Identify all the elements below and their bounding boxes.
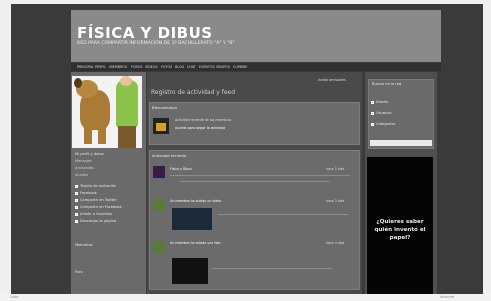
right-item-categories[interactable]: Categorías xyxy=(376,122,395,126)
search-heading: Buscar en la red xyxy=(372,82,402,86)
video-thumbnail[interactable] xyxy=(172,208,212,230)
activity-item-title[interactable]: Un miembro ha subido un vídeo xyxy=(170,199,221,203)
activity-avatar[interactable] xyxy=(153,166,165,178)
activity-divider xyxy=(212,268,332,269)
activity-divider xyxy=(170,175,350,176)
activity-heading: Actividad reciente xyxy=(152,153,187,158)
sidebar-item-settings[interactable]: Ajustes xyxy=(75,173,88,177)
status-text: Listo xyxy=(10,295,19,299)
sidebar-link-share[interactable]: Compartir en Facebook xyxy=(80,205,122,209)
activity-divider xyxy=(218,214,348,215)
users-icon xyxy=(371,112,374,115)
activity-item-title[interactable]: Un miembro ha subido una foto xyxy=(170,241,221,245)
status-bar xyxy=(0,294,491,301)
activity-item-time: hace 4 días xyxy=(326,241,345,245)
sidebar-link-invite[interactable]: Tarjeta de invitación xyxy=(80,184,116,188)
sidebar-link-download[interactable]: Descargar la página xyxy=(80,219,116,223)
sidebar-section-forum: Foro xyxy=(75,270,83,274)
welcome-link[interactable]: Accede para seguir la actividad xyxy=(175,126,225,130)
briefcase-icon xyxy=(156,123,166,131)
right-item-design[interactable]: Diseño xyxy=(376,100,388,104)
welcome-text: Actividad reciente de los miembros xyxy=(175,118,232,122)
sidebar-section-members: Miembros xyxy=(75,243,93,247)
nav-item-grupos[interactable]: GRUPOS xyxy=(216,65,230,69)
nav-item-perfil[interactable]: PERFIL xyxy=(95,65,106,69)
scooby-leg xyxy=(84,126,92,144)
nav-item-blog[interactable]: BLOG xyxy=(175,65,184,69)
share-icon xyxy=(75,206,78,209)
nav-item-cumbre[interactable]: CUMBRE xyxy=(233,65,247,69)
right-item-users[interactable]: Usuarios xyxy=(376,111,392,115)
shaggy-head xyxy=(120,76,132,86)
sidebar-item-messages[interactable]: Mensajes xyxy=(75,159,92,163)
scooby-leg xyxy=(98,126,106,144)
nav-item-miembros[interactable]: MIEMBROS xyxy=(109,65,127,69)
activity-item-title[interactable]: Física y Dibus xyxy=(170,167,192,171)
photo-thumbnail[interactable] xyxy=(172,258,208,284)
activity-avatar[interactable] xyxy=(153,199,165,211)
ad-text[interactable]: ¿Quieres saber quién inventó el papel? xyxy=(367,218,433,242)
activity-item-time: hace 3 días xyxy=(326,199,345,203)
activity-avatar[interactable] xyxy=(153,241,165,253)
shaggy-legs xyxy=(118,126,136,148)
nav-item-foros[interactable]: FOROS xyxy=(131,65,142,69)
shaggy-figure xyxy=(116,80,138,128)
welcome-box xyxy=(149,102,360,145)
nav-item-eventos[interactable]: EVENTOS xyxy=(199,65,215,69)
profile-avatar[interactable] xyxy=(72,76,142,148)
download-icon xyxy=(75,220,78,223)
site-title[interactable]: FÍSICA Y DIBUS xyxy=(77,24,213,42)
sidebar-link-facebook[interactable]: Facebook xyxy=(80,191,97,195)
sidebar-link-twitter[interactable]: Compartir en Twitter xyxy=(80,198,117,202)
sidebar-item-friends[interactable]: Amistades xyxy=(75,166,94,170)
status-zone: Internet xyxy=(440,295,455,299)
design-icon xyxy=(371,101,374,104)
twitter-icon xyxy=(75,199,78,202)
scooby-ear xyxy=(74,78,82,88)
welcome-thumbnail xyxy=(153,118,169,134)
nav-item-chat[interactable]: CHAT xyxy=(187,65,196,69)
bookmark-icon xyxy=(75,213,78,216)
nav-item-videos[interactable]: VÍDEOS xyxy=(145,65,158,69)
categories-icon xyxy=(371,123,374,126)
search-input[interactable] xyxy=(370,140,432,146)
nav-item-principal[interactable]: PRINCIPAL xyxy=(77,65,94,69)
site-subtitle: RED PARA COMPARTIR INFORMACIÓN DE 1º BAC… xyxy=(77,41,235,46)
sidebar-link-bookmark[interactable]: Añadir a favoritos xyxy=(80,212,112,216)
welcome-heading: Bienvenido/a xyxy=(152,105,177,110)
main-title: Registro de actividad y feed xyxy=(151,89,236,96)
sidebar-item-profile[interactable]: Mi perfil y datos xyxy=(75,152,104,156)
facebook-icon xyxy=(75,192,78,195)
nav-item-fotos[interactable]: FOTOS xyxy=(161,65,172,69)
invite-icon xyxy=(75,185,78,188)
invite-friends-link[interactable]: Invitar amistades xyxy=(318,78,346,82)
activity-divider xyxy=(180,181,330,182)
activity-item-time: hace 2 días xyxy=(326,167,345,171)
